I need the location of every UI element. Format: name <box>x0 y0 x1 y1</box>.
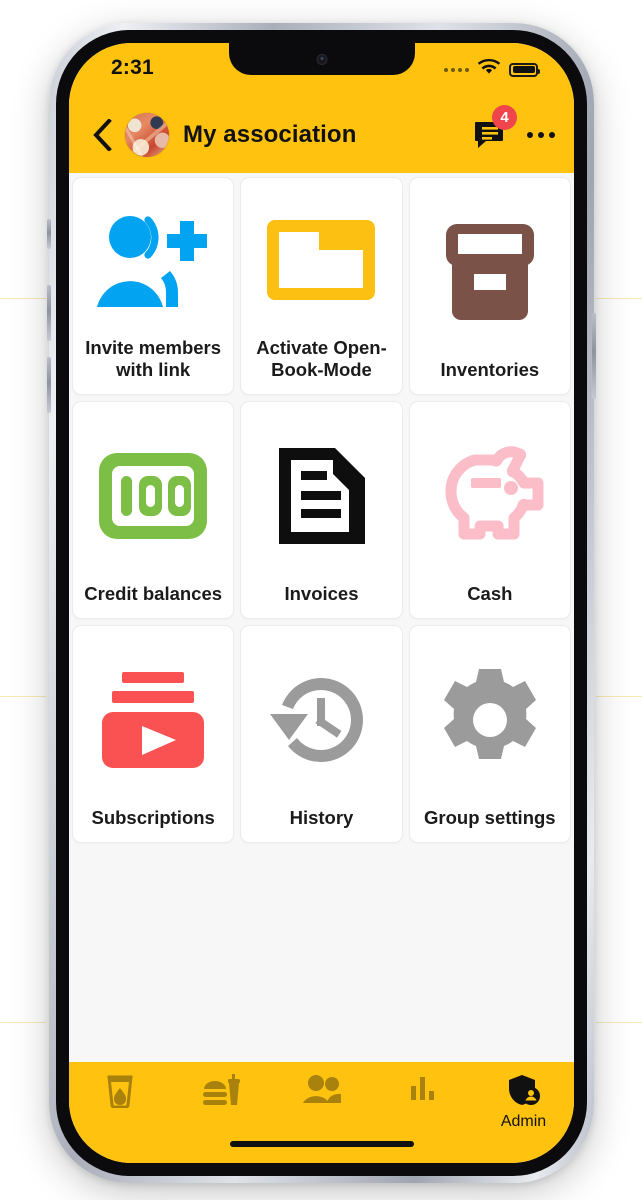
battery-full-icon <box>509 62 540 77</box>
decorative-hairline <box>596 696 642 697</box>
tile-label: Invoices <box>284 583 359 605</box>
chat-button[interactable]: 4 <box>472 105 517 153</box>
status-bar: 2:31 <box>69 43 574 97</box>
silent-switch[interactable] <box>47 219 51 249</box>
tile-invite-members[interactable]: Invite members with link <box>72 177 235 395</box>
front-camera-icon <box>316 54 327 65</box>
document-icon <box>247 408 395 583</box>
phone-bezel: 2:31 My association 4 Invite members wit… <box>56 30 587 1176</box>
wifi-icon <box>477 58 501 80</box>
tile-label: Inventories <box>440 359 540 381</box>
back-button[interactable] <box>81 110 123 160</box>
tile-invoices[interactable]: Invoices <box>240 401 403 619</box>
header-actions: 4 <box>472 105 558 153</box>
chat-badge: 4 <box>492 105 517 130</box>
status-indicators <box>444 58 540 80</box>
page-root: 2:31 My association 4 Invite members wit… <box>0 0 642 1200</box>
notch <box>228 43 415 75</box>
subscriptions-play-icon <box>79 632 227 807</box>
decorative-hairline <box>596 1022 642 1023</box>
tile-label: Group settings <box>424 807 556 829</box>
phone-frame: 2:31 My association 4 Invite members wit… <box>47 23 596 1183</box>
decorative-hairline <box>0 298 46 299</box>
gear-icon <box>416 632 564 807</box>
nav-item-members[interactable] <box>271 1062 372 1146</box>
decorative-hairline <box>596 298 642 299</box>
person-add-icon <box>79 184 227 337</box>
tile-cash[interactable]: Cash <box>408 401 571 619</box>
tile-subscriptions[interactable]: Subscriptions <box>72 625 235 843</box>
volume-down-button[interactable] <box>47 357 51 413</box>
folder-icon <box>247 184 395 337</box>
nav-item-admin[interactable]: Admin <box>473 1062 574 1146</box>
page-title: My association <box>183 121 357 148</box>
tile-inventories[interactable]: Inventories <box>408 177 571 395</box>
status-time: 2:31 <box>111 56 154 79</box>
tile-group-settings[interactable]: Group settings <box>408 625 571 843</box>
tile-label: Subscriptions <box>91 807 215 829</box>
tile-credit-balances[interactable]: Credit balances <box>72 401 235 619</box>
nav-item-drinks[interactable] <box>69 1062 170 1146</box>
avatar[interactable] <box>125 113 169 157</box>
power-button[interactable] <box>592 313 596 399</box>
tile-label: Credit balances <box>84 583 223 605</box>
tile-history[interactable]: History <box>240 625 403 843</box>
decorative-hairline <box>0 1022 46 1023</box>
more-button[interactable] <box>524 120 558 150</box>
app-header: My association 4 <box>69 97 574 173</box>
home-indicator[interactable] <box>229 1141 414 1147</box>
nav-label: Admin <box>500 1113 547 1130</box>
tile-label: Activate Open-Book-Mode <box>256 336 387 381</box>
people-icon <box>302 1074 341 1109</box>
admin-tile-grid: Invite members with link Activate Open-B… <box>69 173 574 843</box>
nav-item-statistics[interactable] <box>372 1062 473 1146</box>
tile-open-book-mode[interactable]: Activate Open-Book-Mode <box>240 177 403 395</box>
volume-up-button[interactable] <box>47 285 51 341</box>
tile-label: Invite members with link <box>85 336 222 381</box>
more-horizontal-icon <box>527 132 533 138</box>
piggy-bank-icon <box>416 408 564 583</box>
tile-label: History <box>289 807 354 829</box>
decorative-hairline <box>0 696 46 697</box>
food-burger-drink-icon <box>202 1074 240 1113</box>
nav-item-food[interactable] <box>170 1062 271 1146</box>
bottom-navigation: Admin <box>69 1062 574 1163</box>
history-clock-icon <box>247 632 395 807</box>
drink-glass-icon <box>105 1074 135 1113</box>
main-content: Invite members with link Activate Open-B… <box>69 173 574 1062</box>
bar-chart-icon <box>409 1074 437 1107</box>
tile-label: Cash <box>467 583 513 605</box>
hundred-points-icon <box>79 408 227 583</box>
signal-dots-icon <box>444 67 469 72</box>
archive-box-icon <box>416 184 564 359</box>
phone-screen: 2:31 My association 4 Invite members wit… <box>69 43 574 1163</box>
shield-person-icon <box>507 1074 541 1111</box>
chevron-left-icon <box>93 119 112 151</box>
